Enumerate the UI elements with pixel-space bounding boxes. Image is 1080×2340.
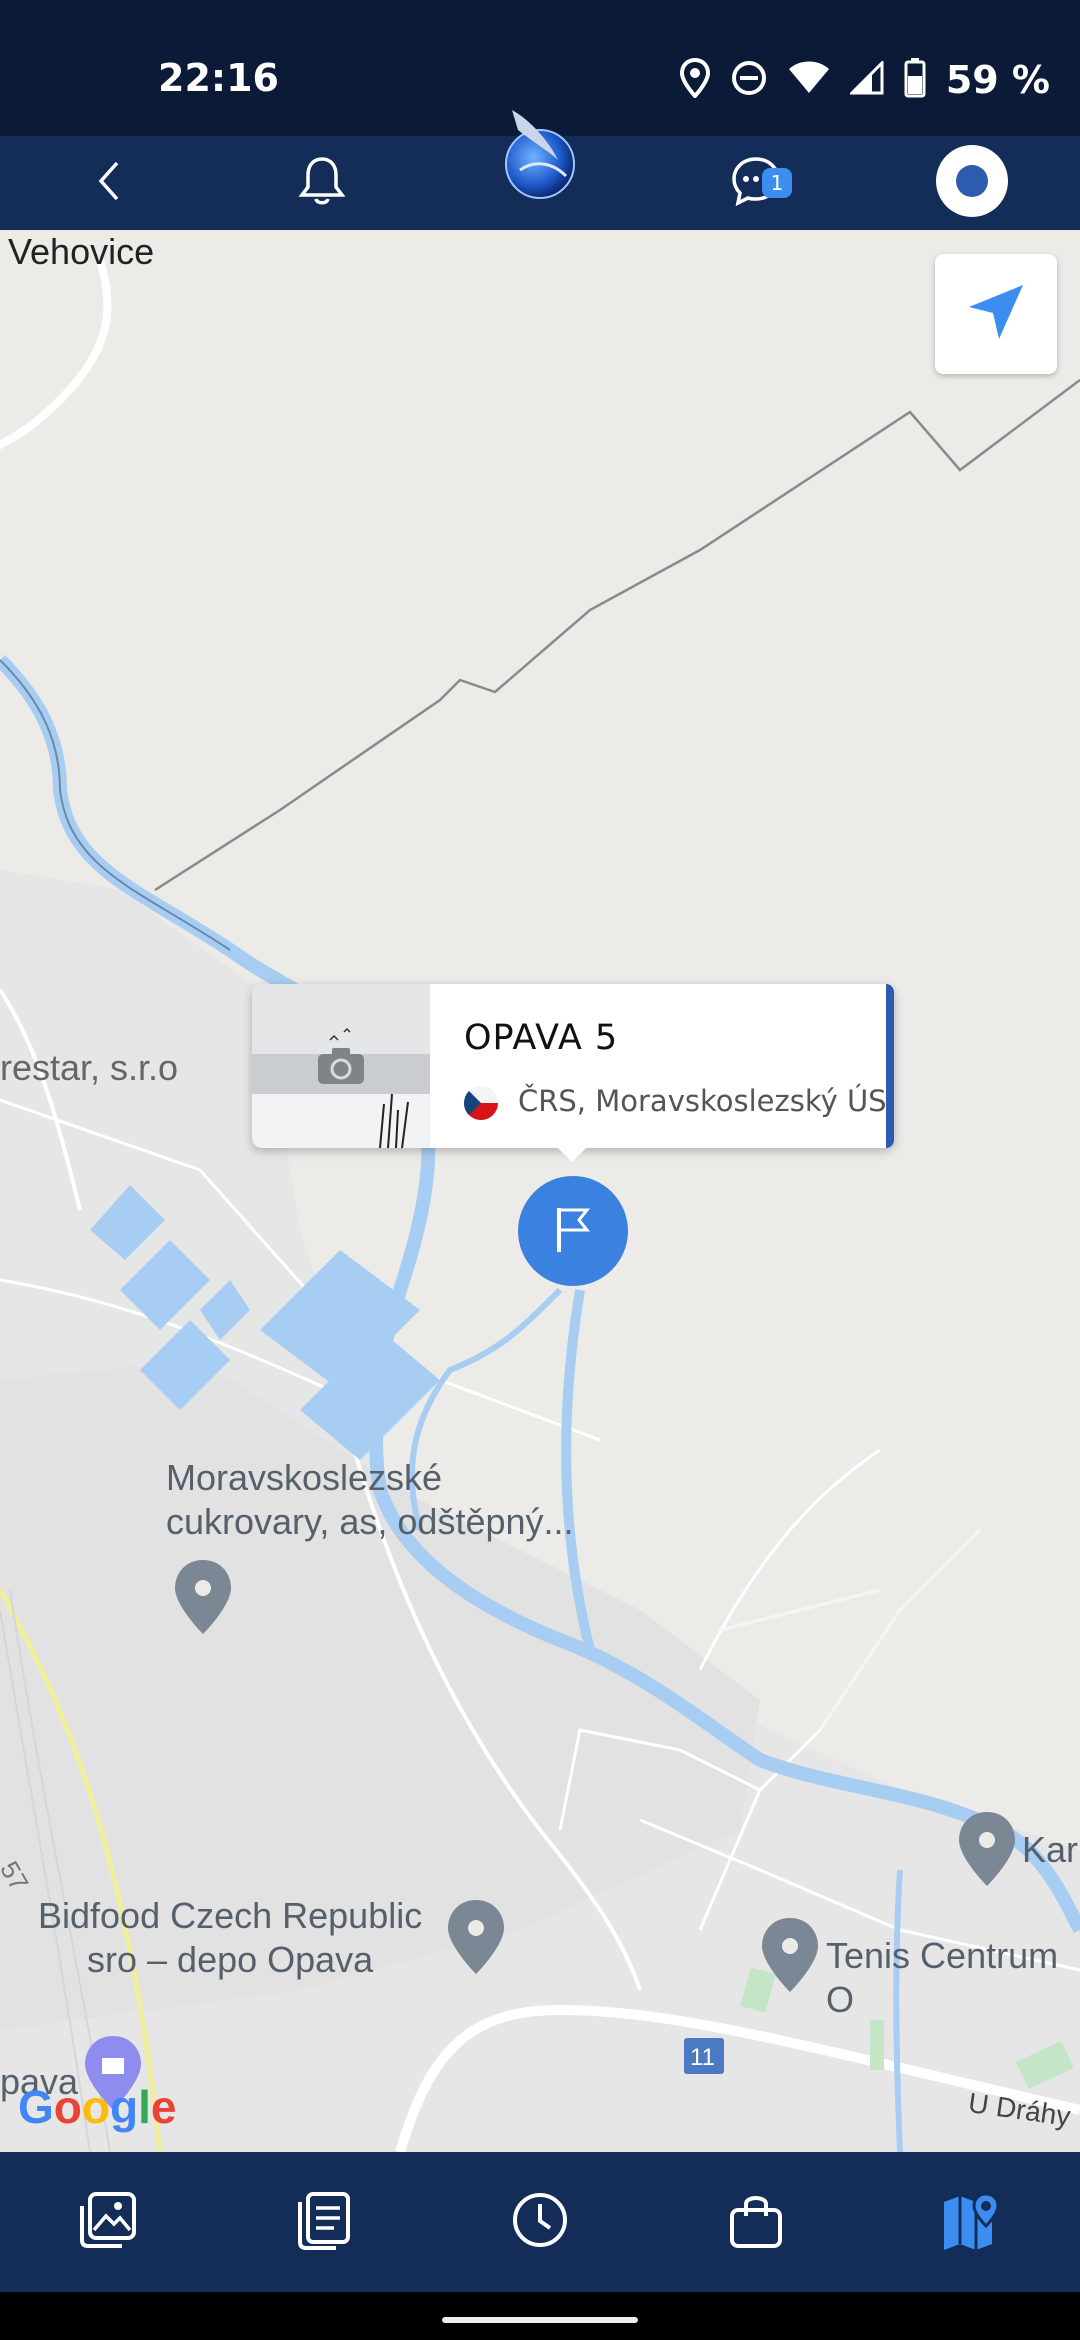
road-number: 11 <box>690 2044 715 2071</box>
gesture-bar <box>0 2292 1080 2340</box>
back-icon <box>95 159 125 208</box>
battery-icon <box>904 57 926 103</box>
notifications-button[interactable] <box>272 136 372 230</box>
nav-gallery[interactable] <box>48 2152 168 2292</box>
gallery-icon <box>78 2190 138 2255</box>
fishing-spot-popup[interactable]: OPAVA 5 ČRS, Moravskoslezský ÚS <box>252 984 894 1162</box>
shop-icon <box>726 2190 786 2255</box>
map-view[interactable]: Vehovice restar, s.r.o Moravskoslezské c… <box>0 230 1080 2152</box>
back-button[interactable] <box>60 136 160 230</box>
do-not-disturb-icon <box>730 59 768 102</box>
my-location-button[interactable] <box>935 254 1057 374</box>
map-label-vehovice: Vehovice <box>8 231 155 272</box>
location-icon <box>679 57 710 103</box>
google-logo: Google <box>18 2081 177 2133</box>
map-label-tenis: Tenis Centrum O <box>826 1935 1059 2020</box>
nav-map[interactable] <box>912 2152 1032 2292</box>
flag-icon <box>553 1204 593 1259</box>
chat-badge: 1 <box>762 168 792 198</box>
czech-flag-icon <box>464 1086 498 1120</box>
status-icons: 59 % <box>679 57 1050 103</box>
bell-icon <box>298 155 346 212</box>
popup-pointer <box>556 1146 588 1162</box>
map-icon <box>940 2190 1004 2255</box>
map-label-bidfood: Bidfood Czech Republic sro – depo Opava <box>38 1895 423 1980</box>
history-icon <box>510 2190 570 2255</box>
battery-percent: 59 % <box>945 58 1050 102</box>
bottom-navigation <box>0 2152 1080 2292</box>
nav-history[interactable] <box>480 2152 600 2292</box>
notes-icon <box>294 2190 354 2255</box>
status-time: 22:16 <box>158 56 279 100</box>
fishing-spot-marker[interactable] <box>518 1176 628 1286</box>
profile-button[interactable] <box>922 136 1022 230</box>
map-label-restar: restar, s.r.o <box>0 1047 179 1088</box>
camera-icon <box>316 1046 366 1091</box>
profile-icon <box>934 143 1010 224</box>
popup-accent <box>886 984 894 1148</box>
home-indicator[interactable] <box>442 2317 638 2323</box>
spot-subtitle: ČRS, Moravskoslezský ÚS <box>518 1084 887 1118</box>
map-label-kan: Kar <box>1022 1829 1079 1870</box>
spot-title: OPAVA 5 <box>464 1018 619 1058</box>
map-label-cukrovary: Moravskoslezské cukrovary, as, odštěpný.… <box>166 1457 574 1542</box>
spot-thumbnail <box>252 984 430 1148</box>
nav-notes[interactable] <box>264 2152 384 2292</box>
wifi-icon <box>788 61 830 100</box>
nav-shop[interactable] <box>696 2152 816 2292</box>
app-logo[interactable] <box>500 100 582 210</box>
signal-icon <box>848 58 884 100</box>
navigation-arrow-icon <box>967 283 1025 346</box>
